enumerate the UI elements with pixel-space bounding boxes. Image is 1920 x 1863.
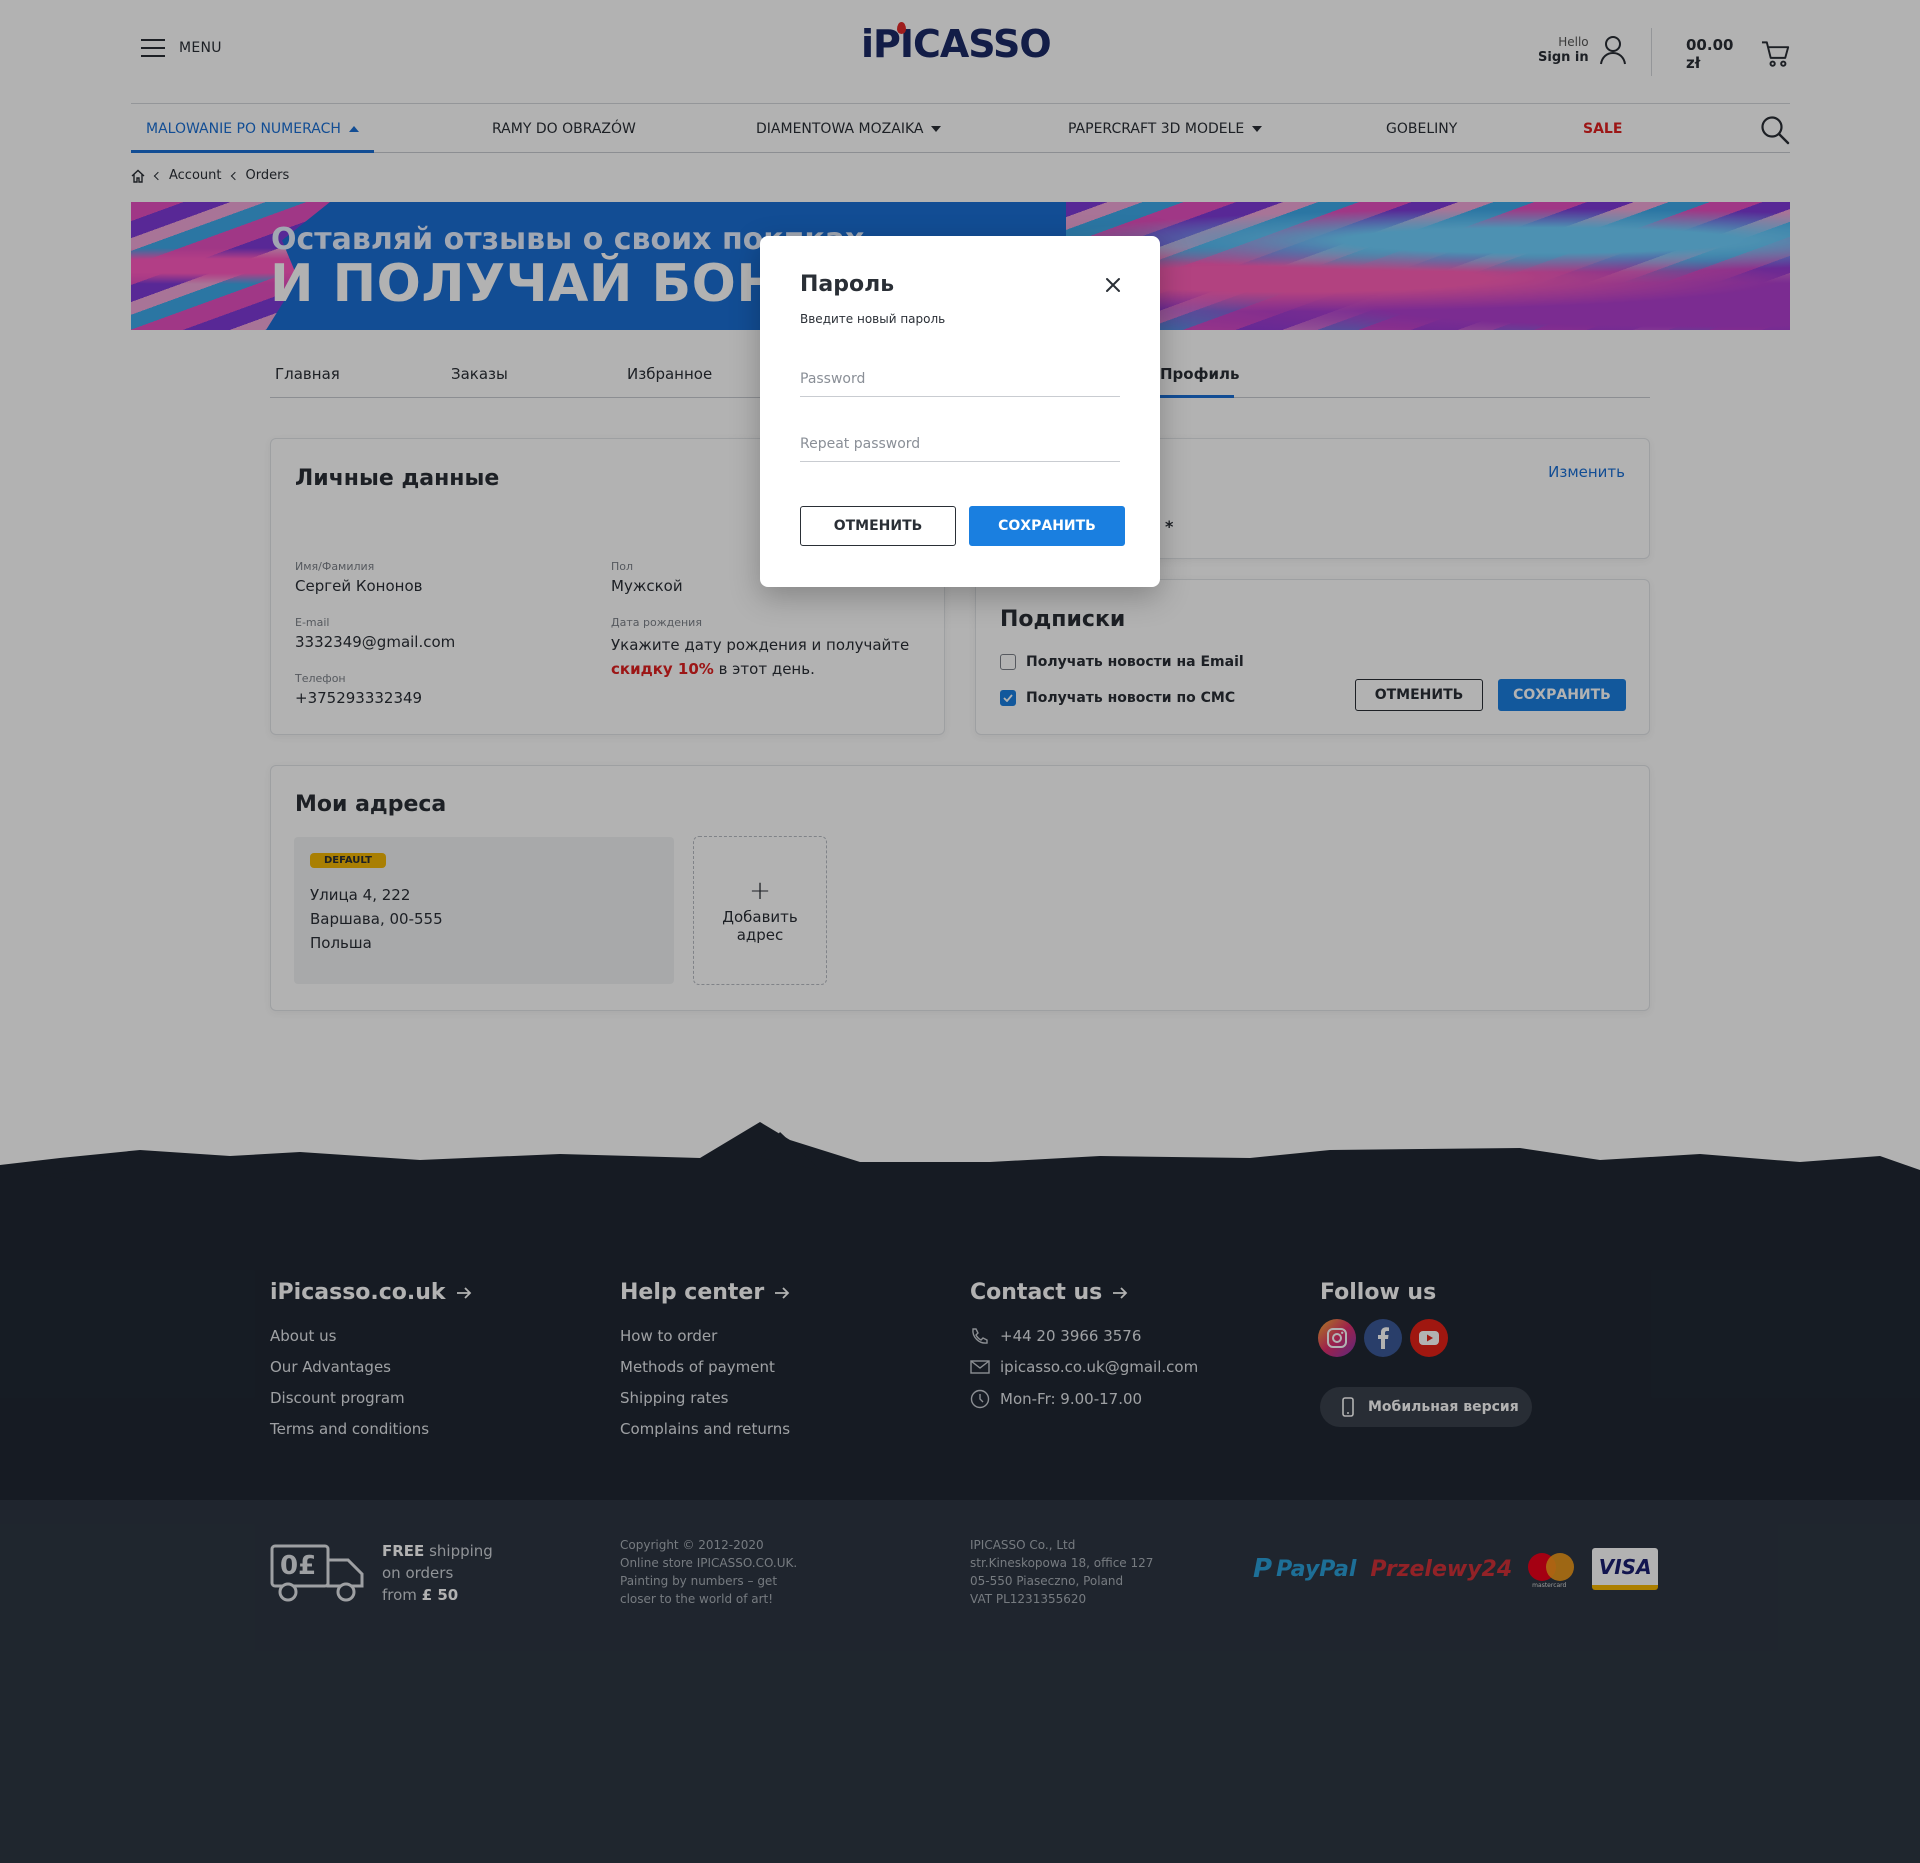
close-icon[interactable]: [1104, 276, 1122, 294]
password-modal: Пароль Введите новый пароль ОТМЕНИТЬ СОХ…: [760, 236, 1160, 587]
modal-save-button[interactable]: СОХРАНИТЬ: [969, 506, 1125, 546]
modal-cancel-button[interactable]: ОТМЕНИТЬ: [800, 506, 956, 546]
modal-title: Пароль: [800, 272, 895, 297]
modal-subtitle: Введите новый пароль: [800, 312, 946, 326]
new-password-input[interactable]: [800, 361, 1120, 397]
repeat-password-input[interactable]: [800, 426, 1120, 462]
